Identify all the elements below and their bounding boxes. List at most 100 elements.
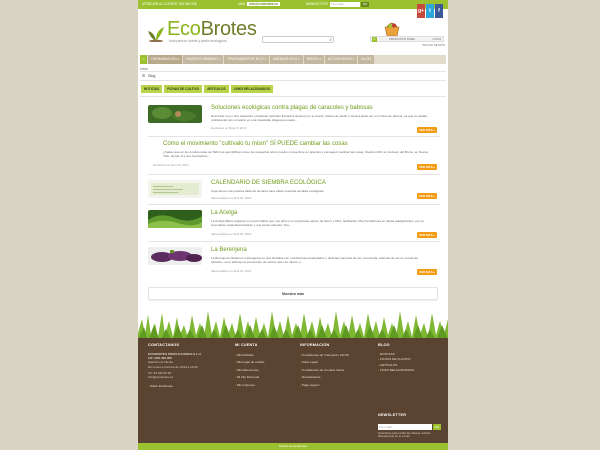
facebook-icon: f [435, 4, 443, 18]
twitter-button[interactable]: t [426, 0, 434, 18]
top-bar: ATENCIÓN AL CLIENTE: 931 660 538 MAIL: i… [138, 0, 448, 9]
footer-link[interactable]: Mis Pedidos [235, 352, 295, 359]
post-thumbnail[interactable] [148, 210, 202, 228]
post-excerpt: La Acelga (Beta vulgaris) es una hortali… [211, 219, 424, 228]
post-meta: Salva Aulares en Abril 30, 2013 [211, 196, 252, 200]
post-thumbnail[interactable] [148, 180, 202, 198]
read-more-button[interactable]: VER MÁS » [417, 127, 437, 133]
post-thumbnail[interactable] [148, 105, 202, 123]
home-icon[interactable]: ⌂ [140, 55, 148, 64]
divider [148, 136, 440, 137]
post-title[interactable]: La Berenjena [211, 247, 247, 253]
list-icon: ☰ [142, 74, 146, 78]
nav-item-label: RIEGO [306, 57, 319, 61]
bottom-bar: Diseño de Ecobrotes [138, 443, 448, 450]
newsletter-ok-button[interactable]: OK [361, 2, 369, 7]
footer-link[interactable]: Mis Cupones [235, 382, 295, 389]
nav-item-abonos[interactable]: ABONOS ECO ▾ [270, 55, 304, 64]
footer-blog: BLOG NOTICIAS FICHAS DE CULTIVO ARTÍCULO… [378, 343, 444, 438]
footer-link[interactable]: Pago seguro [300, 382, 370, 389]
footer-link[interactable]: Mi info Personal [235, 374, 295, 381]
read-more-button[interactable]: VER MÁS » [417, 164, 437, 170]
login-link[interactable]: INICIAR SESIÓN [422, 43, 445, 47]
google-plus-icon: g+ [417, 4, 425, 18]
post-meta: Ecobrotes en Mayo 8, 2013 [211, 126, 247, 130]
google-plus-button[interactable]: g+ [417, 0, 425, 18]
chevron-down-icon: ▾ [352, 57, 355, 61]
post-meta: Ecobrotes en Abril 30, 2013 [153, 163, 189, 167]
contact-email[interactable]: info@ecobrotes.es [148, 375, 218, 379]
post-thumbnail[interactable] [148, 247, 202, 265]
search-input[interactable]: ⌕ [262, 36, 334, 43]
divider [148, 241, 440, 242]
post-title[interactable]: La Acelga [211, 210, 237, 216]
footer-newsletter-heading: NEWSLETTER [378, 413, 407, 417]
about-link[interactable]: Sobre Ecobrotes [148, 383, 218, 390]
nav-item-germinacion[interactable]: GERMINACIÓN ▾ [148, 55, 184, 64]
footer: CONTACTANOS ECOBROTES PRODUCCIONES S.L.U… [138, 338, 448, 443]
email-link[interactable]: info@ecobrotes.es [247, 2, 280, 6]
cart-summary[interactable]: 0 PRODUCTO PARA 0,00 € [370, 36, 444, 42]
footer-link[interactable]: Aviso Legal [300, 359, 370, 366]
read-more-button[interactable]: VER MÁS » [417, 269, 437, 275]
read-more-button[interactable]: VER MÁS » [417, 193, 437, 199]
post-excerpt: ¿Sabes que en los conferencias de TED no… [163, 150, 428, 159]
logo[interactable]: EcoBrotes [167, 18, 257, 41]
nav-item-label: ACCESORIOS [327, 57, 352, 61]
post-title[interactable]: Soluciones ecológicas contra plagas de c… [211, 105, 373, 111]
nav-item-blog[interactable]: BLOG [358, 55, 376, 64]
footer-heading: CONTACTANOS [148, 343, 180, 347]
tagline: todo para tu huerto y jardín ecológicos [169, 39, 227, 43]
blog-post: Soluciones ecológicas contra plagas de c… [148, 105, 440, 137]
post-excerpt: La Berenjena (Solanum melongena) es una … [211, 256, 419, 265]
cart-label: PRODUCTO PARA [389, 37, 415, 41]
tab-fichas-cultivo[interactable]: FICHAS DE CULTIVO [164, 85, 203, 93]
footer-heading: MI CUENTA [235, 343, 258, 347]
post-excerpt: Encontrar uno o dos caracoles o babosas … [211, 114, 427, 123]
logo-leaf-icon[interactable] [146, 22, 166, 42]
read-more-button[interactable]: VER MÁS » [417, 232, 437, 238]
nav-item-label: ABONOS ECO [273, 57, 298, 61]
tab-links[interactable]: LINKS RELACIONADOS [230, 85, 273, 93]
nav-item-accesorios[interactable]: ACCESORIOS ▾ [324, 55, 359, 64]
page: ATENCIÓN AL CLIENTE: 931 660 538 MAIL: i… [138, 0, 448, 450]
main-nav: ⌂ GERMINACIÓN ▾ HUERTO URBANO ▾ TRATAMIE… [140, 55, 446, 64]
post-meta: Salva Aulares en Abril 16, 2013 [211, 269, 252, 273]
footer-link[interactable]: Mis hojas de crédito [235, 359, 295, 366]
page-title-text: Blog [148, 74, 156, 78]
show-more-button[interactable]: Muestra más [148, 287, 438, 300]
phone-text: ATENCIÓN AL CLIENTE: 931 660 538 [142, 2, 197, 6]
newsletter-description: Suscríbete para recibir las últimas noti… [378, 431, 431, 439]
logo-brotes: Brotes [200, 18, 257, 40]
cart-count: 0 [372, 37, 377, 42]
newsletter-input[interactable]: Tu e-mail [330, 2, 360, 7]
twitter-icon: t [426, 4, 434, 18]
cart-amount: 0,00 € [432, 37, 441, 41]
footer-link[interactable]: LINKS RELACIONADOS [378, 368, 444, 373]
footer-link[interactable]: Mis Direcciones [235, 367, 295, 374]
footer-link[interactable]: Condiciones de Transporte 24/72h [300, 352, 370, 359]
tab-articulos[interactable]: ARTÍCULOS [204, 85, 229, 93]
divider [140, 71, 446, 72]
facebook-button[interactable]: f [435, 0, 443, 18]
footer-heading: BLOG [378, 343, 390, 347]
newsletter-label: NEWSLETTER [306, 2, 328, 6]
nav-item-huerto-urbano[interactable]: HUERTO URBANO ▾ [183, 55, 225, 64]
footer-newsletter-input[interactable]: Tu e-mail [378, 424, 432, 430]
search-icon[interactable]: ⌕ [329, 37, 332, 43]
basket-icon[interactable] [384, 20, 400, 37]
divider [140, 96, 446, 97]
footer-link[interactable]: Devoluciones [300, 374, 370, 381]
chevron-down-icon: ▾ [218, 57, 221, 61]
nav-item-riego[interactable]: RIEGO ▾ [303, 55, 325, 64]
post-title[interactable]: Cómo el movimiento "cultívalo tu mism" S… [163, 141, 348, 147]
blog-post: La Acelga La Acelga (Beta vulgaris) es u… [148, 210, 440, 242]
divider [148, 204, 440, 205]
footer-link[interactable]: Condiciones de Compra Venta [300, 367, 370, 374]
nav-item-label: GERMINACIÓN [151, 57, 177, 61]
tab-noticias[interactable]: NOTICIAS [141, 85, 163, 93]
nav-item-tratamientos[interactable]: TRATAMIENTOS ECO ▾ [224, 55, 271, 64]
email-contact[interactable]: MAIL: info@ecobrotes.es [238, 0, 280, 9]
post-title[interactable]: CALENDARIO DE SIEMBRA ECOLÓGICA [211, 180, 326, 186]
footer-newsletter-ok-button[interactable]: OK [433, 424, 441, 430]
